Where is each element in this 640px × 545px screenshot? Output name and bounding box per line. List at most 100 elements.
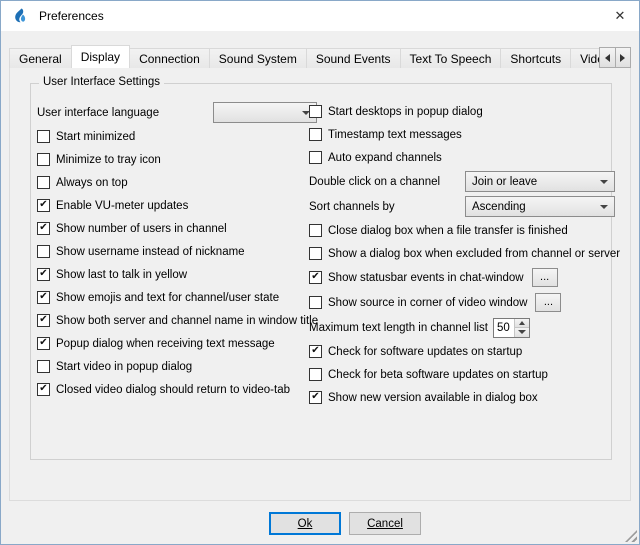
- tab-label: Sound Events: [316, 52, 391, 66]
- check-icon: ✔: [311, 346, 319, 356]
- popup-text-message-checkbox[interactable]: ✔: [37, 337, 50, 350]
- check-icon: ✔: [311, 392, 319, 402]
- show-user-count-checkbox[interactable]: ✔: [37, 222, 50, 235]
- checkbox-label: Enable VU-meter updates: [56, 200, 188, 212]
- sort-channels-combobox[interactable]: Ascending: [465, 196, 615, 217]
- close-icon: ✕: [615, 8, 626, 24]
- start-minimized-checkbox[interactable]: ✔: [37, 130, 50, 143]
- check-icon: ✔: [39, 223, 47, 233]
- chevron-down-icon: [600, 172, 608, 191]
- checkbox-label: Check for software updates on startup: [328, 346, 522, 358]
- arrow-left-icon: [605, 54, 610, 62]
- last-to-talk-checkbox[interactable]: ✔: [37, 268, 50, 281]
- language-combobox[interactable]: [213, 102, 317, 123]
- checkbox-label: Timestamp text messages: [328, 129, 462, 141]
- video-source-corner-checkbox[interactable]: ✔: [309, 296, 322, 309]
- chevron-down-icon: [600, 197, 608, 216]
- tab-label: Connection: [139, 52, 200, 66]
- combobox-value: Join or leave: [466, 176, 537, 188]
- tab-general[interactable]: General: [9, 48, 72, 68]
- close-on-transfer-checkbox[interactable]: ✔: [309, 224, 322, 237]
- tab-label: Video: [580, 52, 599, 66]
- arrow-right-icon: [620, 54, 625, 62]
- window-title: Preferences: [39, 9, 104, 23]
- double-click-label: Double click on a channel: [309, 176, 440, 188]
- setting-row: ✔ Check for beta software updates on sta…: [309, 363, 615, 386]
- setting-row: ✔ Minimize to tray icon: [37, 148, 317, 171]
- tab-sound-events[interactable]: Sound Events: [306, 48, 401, 68]
- max-text-length-spinner[interactable]: 50: [493, 318, 530, 338]
- close-button[interactable]: ✕: [602, 2, 638, 30]
- sort-channels-label: Sort channels by: [309, 201, 395, 213]
- tab-shortcuts[interactable]: Shortcuts: [500, 48, 571, 68]
- check-updates-checkbox[interactable]: ✔: [309, 345, 322, 358]
- checkbox-label: Show username instead of nickname: [56, 246, 245, 258]
- left-column: User interface language ✔ Start minimize…: [37, 100, 317, 401]
- setting-row: ✔ Show number of users in channel: [37, 217, 317, 240]
- spin-up-button[interactable]: [515, 319, 529, 328]
- checkbox-label: Popup dialog when receiving text message: [56, 338, 275, 350]
- new-version-dialog-checkbox[interactable]: ✔: [309, 391, 322, 404]
- spinner-buttons: [514, 319, 529, 337]
- timestamp-messages-checkbox[interactable]: ✔: [309, 128, 322, 141]
- tab-text-to-speech[interactable]: Text To Speech: [400, 48, 502, 68]
- ok-label: Ok: [298, 518, 313, 530]
- cancel-button[interactable]: Cancel: [349, 512, 421, 535]
- check-beta-updates-checkbox[interactable]: ✔: [309, 368, 322, 381]
- setting-row: ✔ Auto expand channels: [309, 146, 615, 169]
- setting-row: ✔ Check for software updates on startup: [309, 340, 615, 363]
- checkbox-label: Show last to talk in yellow: [56, 269, 187, 281]
- resize-grip[interactable]: [625, 530, 637, 542]
- emojis-text-checkbox[interactable]: ✔: [37, 291, 50, 304]
- tab-label: Text To Speech: [410, 52, 492, 66]
- statusbar-events-config-button[interactable]: ...: [532, 268, 558, 287]
- double-click-combobox[interactable]: Join or leave: [465, 171, 615, 192]
- tab-label: Sound System: [219, 52, 297, 66]
- auto-expand-channels-checkbox[interactable]: ✔: [309, 151, 322, 164]
- tab-display[interactable]: Display: [71, 45, 130, 68]
- checkbox-label: Show number of users in channel: [56, 223, 227, 235]
- check-icon: ✔: [39, 200, 47, 210]
- video-source-config-button[interactable]: ...: [535, 293, 561, 312]
- group-title: User Interface Settings: [39, 76, 164, 88]
- checkbox-label: Always on top: [56, 177, 128, 189]
- checkbox-label: Check for beta software updates on start…: [328, 369, 548, 381]
- check-icon: ✔: [39, 292, 47, 302]
- check-icon: ✔: [39, 269, 47, 279]
- check-icon: ✔: [39, 338, 47, 348]
- show-username-checkbox[interactable]: ✔: [37, 245, 50, 258]
- check-icon: ✔: [39, 315, 47, 325]
- checkbox-label: Show new version available in dialog box: [328, 392, 538, 404]
- tab-label: Display: [81, 50, 120, 64]
- tab-video[interactable]: Video: [570, 48, 599, 68]
- ok-button[interactable]: Ok: [269, 512, 341, 535]
- app-icon: [12, 8, 28, 24]
- statusbar-events-row: ✔ Show statusbar events in chat-window .…: [309, 265, 615, 290]
- tab-scroll-left-button[interactable]: [599, 47, 616, 68]
- statusbar-events-checkbox[interactable]: ✔: [309, 271, 322, 284]
- closed-video-return-checkbox[interactable]: ✔: [37, 383, 50, 396]
- vu-meter-checkbox[interactable]: ✔: [37, 199, 50, 212]
- tab-scroller: [599, 47, 631, 68]
- combobox-value: Ascending: [466, 201, 526, 213]
- right-column: ✔ Start desktops in popup dialog ✔ Times…: [309, 100, 615, 409]
- tab-sound-system[interactable]: Sound System: [209, 48, 307, 68]
- desktops-popup-checkbox[interactable]: ✔: [309, 105, 322, 118]
- setting-row: ✔ Popup dialog when receiving text messa…: [37, 332, 317, 355]
- excluded-dialog-checkbox[interactable]: ✔: [309, 247, 322, 260]
- video-popup-checkbox[interactable]: ✔: [37, 360, 50, 373]
- server-channel-title-checkbox[interactable]: ✔: [37, 314, 50, 327]
- title-bar[interactable]: Preferences ✕: [1, 1, 639, 31]
- checkbox-label: Auto expand channels: [328, 152, 442, 164]
- video-source-row: ✔ Show source in corner of video window …: [309, 290, 615, 315]
- spinner-value: 50: [494, 319, 514, 337]
- tab-scroll-right-button[interactable]: [616, 47, 632, 68]
- checkbox-label: Minimize to tray icon: [56, 154, 161, 166]
- tab-connection[interactable]: Connection: [129, 48, 210, 68]
- checkbox-label: Start desktops in popup dialog: [328, 106, 483, 118]
- minimize-to-tray-checkbox[interactable]: ✔: [37, 153, 50, 166]
- sort-channels-row: Sort channels by Ascending: [309, 194, 615, 219]
- setting-row: ✔ Show new version available in dialog b…: [309, 386, 615, 409]
- spin-down-button[interactable]: [515, 327, 529, 337]
- always-on-top-checkbox[interactable]: ✔: [37, 176, 50, 189]
